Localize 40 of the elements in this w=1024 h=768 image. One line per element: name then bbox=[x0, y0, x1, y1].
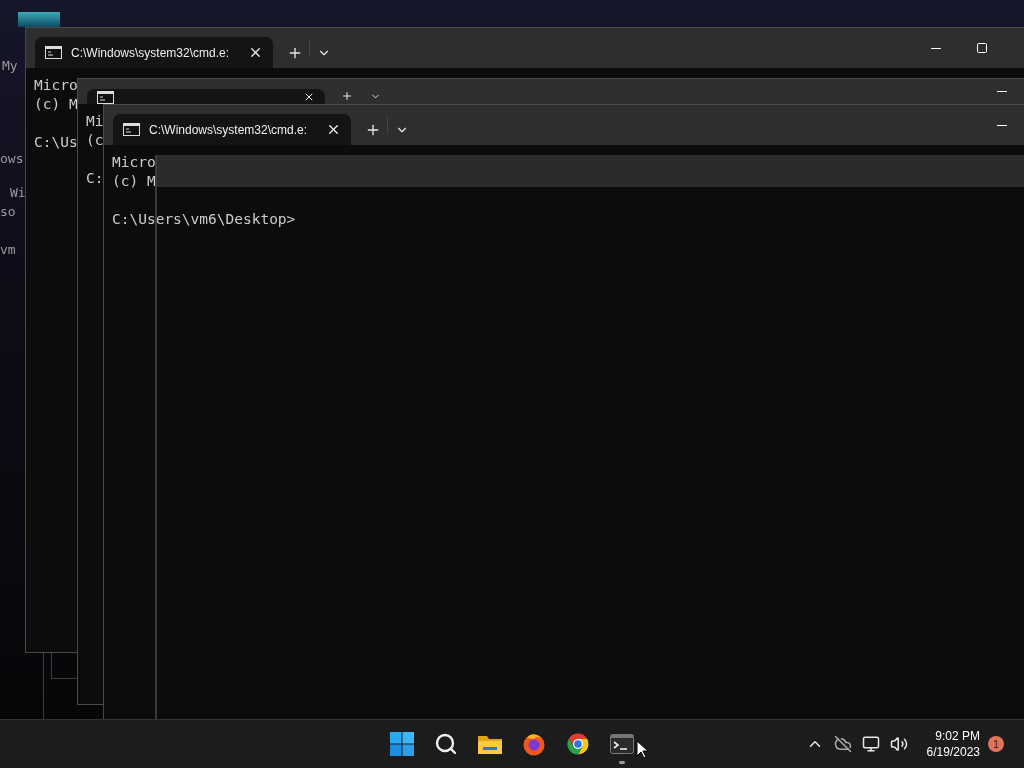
console-text: C:\Us bbox=[34, 133, 78, 152]
tab[interactable]: C:\Windows\system32\cmd.e: bbox=[113, 114, 351, 145]
folder-icon bbox=[477, 733, 503, 755]
cursor-icon bbox=[636, 740, 648, 759]
text-fragment: ows bbox=[0, 151, 24, 166]
minimize-icon bbox=[931, 47, 941, 49]
volume-icon bbox=[889, 735, 908, 753]
chrome-icon bbox=[566, 732, 590, 756]
text-fragment: vm bbox=[0, 242, 16, 257]
text-fragment: Wi bbox=[10, 185, 26, 200]
cloud-off-icon bbox=[833, 735, 852, 753]
console-text: (c) M bbox=[34, 95, 78, 114]
firefox-icon bbox=[522, 732, 546, 756]
desktop-icon[interactable] bbox=[18, 12, 60, 27]
close-icon[interactable] bbox=[326, 122, 341, 137]
terminal-icon bbox=[610, 734, 634, 754]
monitor-icon bbox=[861, 735, 880, 753]
tab[interactable] bbox=[87, 89, 325, 104]
clock-button[interactable]: 9:02 PM 6/19/2023 bbox=[912, 728, 988, 760]
notification-badge[interactable]: 1 bbox=[988, 736, 1004, 752]
minimize-icon bbox=[997, 124, 1007, 126]
close-icon[interactable] bbox=[248, 45, 263, 60]
text-fragment: so bbox=[0, 204, 16, 219]
text-fragment: My bbox=[2, 58, 18, 73]
minimize-icon bbox=[997, 91, 1007, 92]
close-icon[interactable] bbox=[303, 91, 315, 103]
console-text: Mi bbox=[86, 112, 104, 131]
console-text: Micro bbox=[112, 153, 156, 172]
console-icon bbox=[123, 123, 140, 136]
search-icon bbox=[434, 732, 458, 756]
console-text: (c) M bbox=[112, 172, 156, 191]
console-text: C: bbox=[86, 169, 104, 188]
windows-logo-icon bbox=[390, 732, 414, 756]
console-text: C:\Users\vm6\Desktop> bbox=[112, 210, 296, 229]
tab[interactable]: C:\Windows\system32\cmd.e: bbox=[35, 37, 273, 68]
console-text: Micro bbox=[34, 76, 78, 95]
console-icon bbox=[45, 46, 62, 59]
console-text: (c bbox=[86, 131, 104, 150]
plus-icon bbox=[341, 90, 353, 102]
maximize-icon bbox=[976, 42, 988, 54]
